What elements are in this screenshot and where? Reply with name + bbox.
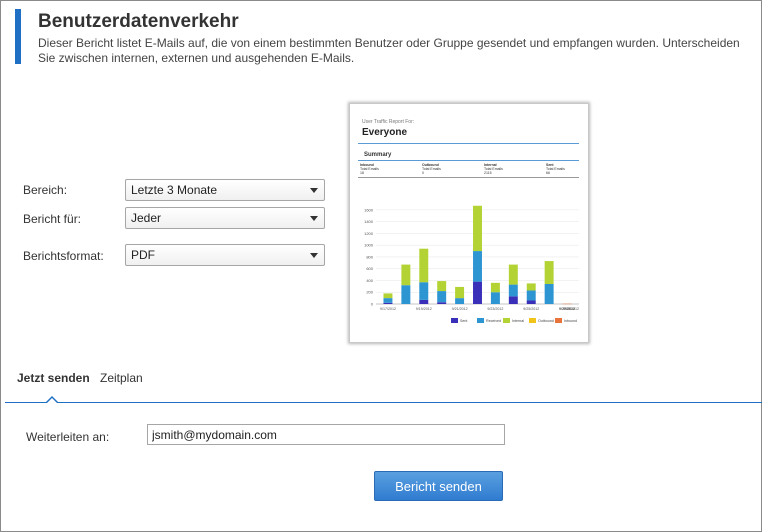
chart-bar-received [419, 282, 429, 300]
chart-bar-internal [383, 293, 393, 299]
chart-x-tick-label: 9/19/2012 [416, 307, 432, 311]
chart-x-tick-label: 9/17/2012 [380, 307, 396, 311]
report-for-label: Bericht für: [23, 212, 82, 226]
range-select-value: Letzte 3 Monate [131, 183, 218, 197]
chart-bar-internal [544, 261, 554, 284]
chart-bar-sent [419, 299, 429, 304]
legend-swatch-sent [451, 318, 458, 323]
chart-y-tick-label: 200 [366, 290, 373, 295]
chevron-down-icon [310, 188, 318, 193]
chevron-down-icon [310, 216, 318, 221]
active-tab-indicator-fill [47, 398, 57, 403]
legend-label-sent: Sent [460, 319, 467, 323]
chart-y-tick-label: 400 [366, 278, 373, 283]
chart-bar-internal [419, 248, 429, 283]
chart-bar-received [401, 285, 411, 304]
chart-bar-received [544, 284, 554, 304]
chart-bar-internal [437, 281, 447, 292]
legend-swatch-internal [503, 318, 510, 323]
chart-bar-received [473, 251, 482, 282]
format-select[interactable]: PDF [125, 244, 325, 266]
report-preview-thumbnail: User Traffic Report For: Everyone Summar… [349, 103, 589, 343]
chart-bar-sent [383, 302, 393, 304]
chart-x-tick-label: 9/25/2012 [523, 307, 539, 311]
chart-bar-received [508, 284, 518, 297]
chart-x-tick-label: 9/21/2012 [452, 307, 468, 311]
chart-bar-received [490, 292, 500, 304]
report-for-select-value: Jeder [131, 211, 162, 225]
chart-bar-internal [401, 264, 411, 286]
chart-bar-internal [490, 282, 500, 293]
legend-swatch-inbound [555, 318, 562, 323]
chart-x-tick-label: 9/23/2012 [487, 307, 503, 311]
chart-bar-received [526, 290, 536, 301]
tab-schedule[interactable]: Zeitplan [100, 371, 143, 385]
report-for-select[interactable]: Jeder [125, 207, 325, 229]
traffic-chart: 0 200 400 600 800 1000 1200 1400 1600 9/17/2012 9/… [364, 205, 579, 323]
chart-x-tick-label: 9/30/2012 [563, 307, 579, 311]
chart-y-tick-label: 1400 [364, 219, 374, 224]
chart-y-tick-label: 1600 [364, 207, 374, 212]
chart-y-tick-label: 1200 [364, 231, 374, 236]
chart-bar-sent [473, 281, 482, 304]
chart-bar-inbound [562, 303, 572, 305]
chart-y-tick-label: 1000 [364, 243, 374, 248]
chart-y-tick-label: 600 [366, 266, 373, 271]
chart-bar-sent [437, 302, 447, 304]
chart-y-tick-label: 800 [366, 254, 373, 259]
chart-bar-received [455, 298, 465, 304]
chart-bar-received [437, 291, 447, 303]
legend-label-internal: Internal [512, 319, 524, 323]
forward-to-input[interactable] [147, 424, 505, 445]
report-dialog: Benutzerdatenverkehr Dieser Bericht list… [0, 0, 762, 532]
chart-bar-internal [526, 283, 536, 291]
legend-label-inbound: Inbound [564, 319, 577, 323]
range-label: Bereich: [23, 183, 68, 197]
range-select[interactable]: Letzte 3 Monate [125, 179, 325, 201]
chevron-down-icon [310, 253, 318, 258]
legend-swatch-outbound [529, 318, 536, 323]
chart-bar-internal [508, 264, 518, 285]
page-title: Benutzerdatenverkehr [38, 11, 239, 32]
format-label: Berichtsformat: [23, 249, 104, 263]
legend-label-outbound: Outbound [538, 319, 554, 323]
tab-send-now[interactable]: Jetzt senden [17, 371, 90, 385]
chart-bar-internal [473, 205, 482, 252]
chart-bar-sent [526, 300, 536, 304]
chart-y-tick-label: 0 [371, 302, 374, 307]
chart-bar-internal [455, 286, 465, 299]
forward-to-label: Weiterleiten an: [26, 430, 110, 444]
legend-label-received: Received [486, 319, 501, 323]
header-accent-bar [15, 9, 21, 64]
legend-swatch-received [477, 318, 484, 323]
tab-underline [5, 402, 762, 403]
chart-bar-sent [508, 296, 518, 304]
send-report-button[interactable]: Bericht senden [374, 471, 503, 501]
page-description: Dieser Bericht listet E-Mails auf, die v… [38, 36, 740, 65]
chart-bar-received [383, 298, 393, 303]
format-select-value: PDF [131, 248, 155, 262]
